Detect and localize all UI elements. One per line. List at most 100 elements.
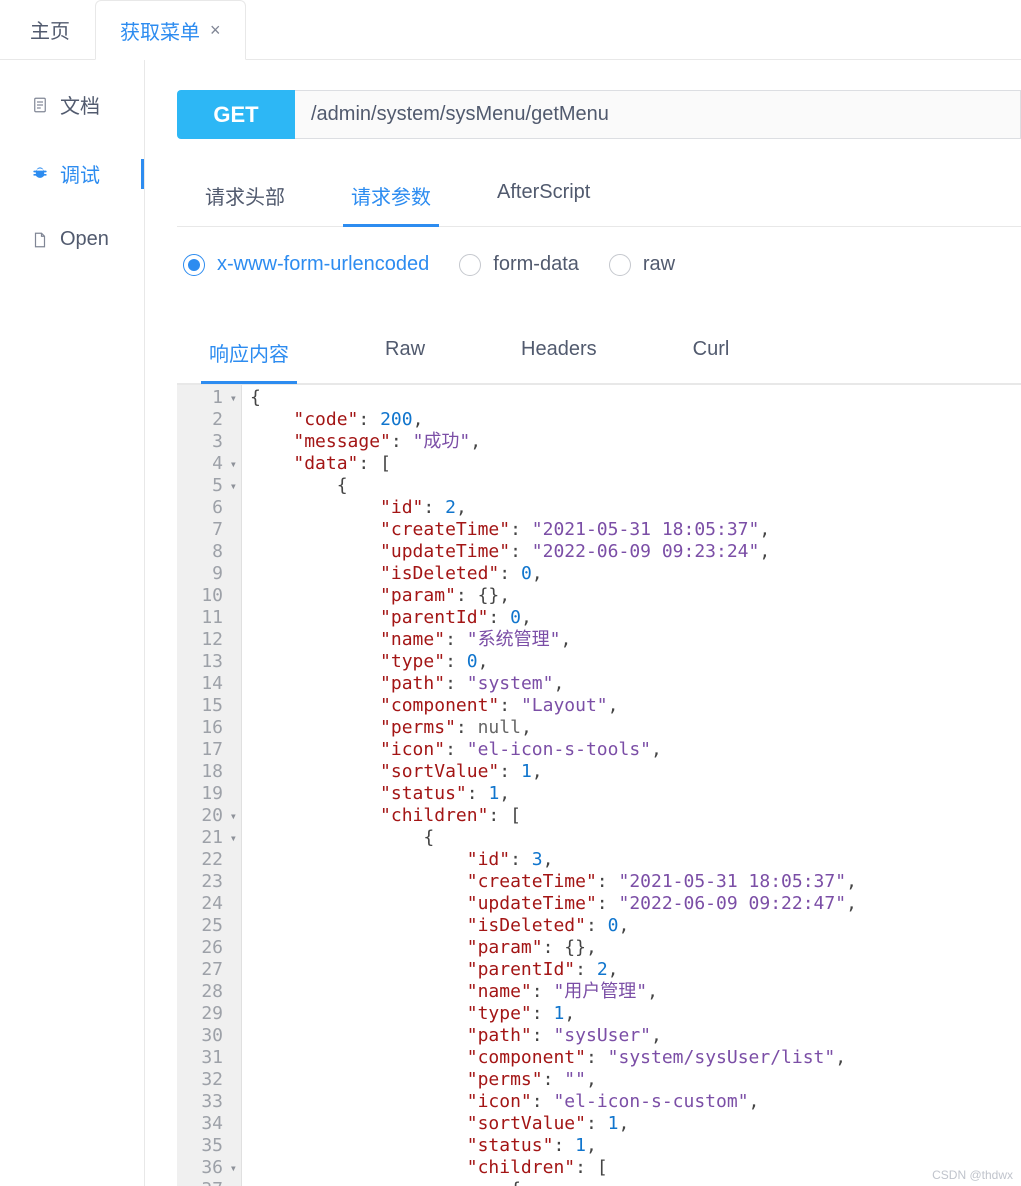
code-line: "message": "成功",	[250, 431, 1013, 453]
code-line: "param": {},	[250, 585, 1013, 607]
gutter-line: 22	[191, 849, 237, 871]
radio-icon	[609, 254, 631, 276]
response-code-viewer: 1▾234▾5▾67891011121314151617181920▾21▾22…	[177, 384, 1021, 1186]
radio-icon	[183, 254, 205, 276]
code-line: "isDeleted": 0,	[250, 915, 1013, 937]
code-line: "name": "用户管理",	[250, 981, 1013, 1003]
url-input[interactable]	[295, 90, 1021, 139]
code-line: "createTime": "2021-05-31 18:05:37",	[250, 519, 1013, 541]
code-line: "id": 3,	[250, 849, 1013, 871]
code-line: "type": 1,	[250, 1003, 1013, 1025]
radio-icon	[459, 254, 481, 276]
code-line: "param": {},	[250, 937, 1013, 959]
gutter-line: 12	[191, 629, 237, 651]
sidebar: 文档调试 Open	[0, 60, 145, 1186]
gutter: 1▾234▾5▾67891011121314151617181920▾21▾22…	[177, 385, 242, 1186]
code-line: "perms": "",	[250, 1069, 1013, 1091]
gutter-line: 8	[191, 541, 237, 563]
response-tab-curl[interactable]: Curl	[685, 326, 738, 384]
gutter-line: 25	[191, 915, 237, 937]
response-tabs: 响应内容 Raw Headers Curl	[177, 326, 1021, 384]
code-line: "icon": "el-icon-s-tools",	[250, 739, 1013, 761]
code-line: {	[250, 827, 1013, 849]
fold-icon[interactable]: ▾	[225, 1157, 237, 1179]
request-tabs: 请求头部请求参数 AfterScript	[177, 169, 1021, 227]
fold-icon[interactable]: ▾	[225, 475, 237, 497]
gutter-line: 16	[191, 717, 237, 739]
code-line: "children": [	[250, 805, 1013, 827]
code-line: {	[250, 1179, 1013, 1186]
code-body[interactable]: { "code": 200, "message": "成功", "data": …	[242, 385, 1021, 1186]
top-tabs: 主页获取菜单×	[0, 0, 1021, 60]
code-line: "parentId": 2,	[250, 959, 1013, 981]
gutter-line: 2	[191, 409, 237, 431]
top-tab-1[interactable]: 获取菜单×	[95, 0, 246, 60]
gutter-line: 29	[191, 1003, 237, 1025]
request-tab-params[interactable]: 请求参数	[343, 169, 439, 227]
response-tab-body[interactable]: 响应内容	[201, 326, 297, 384]
gutter-line: 34	[191, 1113, 237, 1135]
gutter-line: 27	[191, 959, 237, 981]
code-line: "children": [	[250, 1157, 1013, 1179]
code-line: "createTime": "2021-05-31 18:05:37",	[250, 871, 1013, 893]
response-tab-raw[interactable]: Raw	[377, 326, 433, 384]
gutter-line: 11	[191, 607, 237, 629]
response-tab-headers[interactable]: Headers	[513, 326, 605, 384]
top-tab-0[interactable]: 主页	[5, 0, 95, 59]
gutter-line: 23	[191, 871, 237, 893]
gutter-line: 9	[191, 563, 237, 585]
gutter-line: 18	[191, 761, 237, 783]
file-lines-icon	[30, 95, 50, 115]
fold-icon[interactable]: ▾	[225, 1179, 237, 1186]
gutter-line: 15	[191, 695, 237, 717]
fold-icon[interactable]: ▾	[225, 805, 237, 827]
fold-icon[interactable]: ▾	[225, 453, 237, 475]
code-line: "sortValue": 1,	[250, 761, 1013, 783]
gutter-line: 13	[191, 651, 237, 673]
gutter-line: 28	[191, 981, 237, 1003]
radio-label: x-www-form-urlencoded	[217, 253, 429, 276]
radio-label: form-data	[493, 253, 579, 276]
gutter-line: 36▾	[191, 1157, 237, 1179]
gutter-line: 26	[191, 937, 237, 959]
gutter-line: 7	[191, 519, 237, 541]
gutter-line: 10	[191, 585, 237, 607]
http-method-button[interactable]: GET	[177, 90, 295, 139]
gutter-line: 37▾	[191, 1179, 237, 1186]
fold-icon[interactable]: ▾	[225, 827, 237, 849]
request-row: GET	[177, 90, 1021, 139]
radio-label: raw	[643, 253, 675, 276]
body-type-raw[interactable]: raw	[609, 253, 675, 276]
gutter-line: 3	[191, 431, 237, 453]
body-type-urlencoded[interactable]: x-www-form-urlencoded	[183, 253, 429, 276]
sidebar-item-open[interactable]: Open	[0, 208, 144, 271]
request-tab-afterscript[interactable]: AfterScript	[489, 169, 598, 227]
file-icon	[30, 230, 50, 250]
main-panel: GET 请求头部请求参数 AfterScript x-www-form-urlen…	[145, 60, 1021, 1186]
gutter-line: 19	[191, 783, 237, 805]
code-line: "component": "system/sysUser/list",	[250, 1047, 1013, 1069]
code-line: {	[250, 475, 1013, 497]
gutter-line: 4▾	[191, 453, 237, 475]
gutter-line: 21▾	[191, 827, 237, 849]
code-line: "data": [	[250, 453, 1013, 475]
close-icon[interactable]: ×	[210, 20, 221, 41]
gutter-line: 32	[191, 1069, 237, 1091]
code-line: "path": "system",	[250, 673, 1013, 695]
sidebar-item-debug[interactable]: 调试	[0, 139, 144, 208]
fold-icon[interactable]: ▾	[225, 387, 237, 409]
top-tab-label: 主页	[30, 15, 70, 44]
body-type-formdata[interactable]: form-data	[459, 253, 579, 276]
sidebar-item-doc[interactable]: 文档	[0, 70, 144, 139]
sidebar-item-label: Open	[60, 228, 109, 251]
gutter-line: 5▾	[191, 475, 237, 497]
code-line: "id": 2,	[250, 497, 1013, 519]
watermark: CSDN @thdwx	[932, 1168, 1013, 1182]
gutter-line: 6	[191, 497, 237, 519]
code-line: "name": "系统管理",	[250, 629, 1013, 651]
body-type-radios: x-www-form-urlencoded form-data raw	[177, 253, 1021, 276]
code-line: "sortValue": 1,	[250, 1113, 1013, 1135]
gutter-line: 17	[191, 739, 237, 761]
request-tab-headers[interactable]: 请求头部	[197, 169, 293, 227]
gutter-line: 33	[191, 1091, 237, 1113]
